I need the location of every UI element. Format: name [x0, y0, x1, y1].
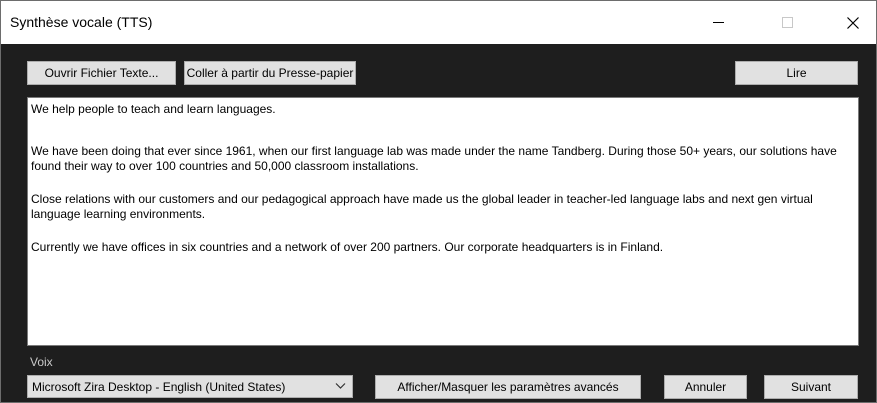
close-icon — [847, 16, 859, 29]
maximize-icon — [781, 17, 793, 28]
voice-select[interactable]: Microsoft Zira Desktop - English (United… — [27, 375, 353, 398]
paste-clipboard-button[interactable]: Coller à partir du Presse-papier — [184, 61, 356, 85]
next-button[interactable]: Suivant — [764, 375, 858, 399]
title-bar[interactable]: Synthèse vocale (TTS) — [1, 1, 876, 44]
minimize-icon — [712, 22, 724, 23]
tts-window: Synthèse vocale (TTS) Ouvrir Fichier Tex… — [0, 0, 877, 403]
window-title: Synthèse vocale (TTS) — [10, 14, 153, 30]
maximize-button[interactable] — [764, 1, 810, 44]
text-paragraph: Currently we have offices in six countri… — [31, 240, 664, 254]
text-paragraph: We help people to teach and learn langua… — [31, 102, 276, 116]
voice-label: Voix — [30, 355, 53, 369]
cancel-button[interactable]: Annuler — [664, 375, 747, 399]
minimize-button[interactable] — [695, 1, 741, 44]
open-text-file-button[interactable]: Ouvrir Fichier Texte... — [27, 61, 176, 85]
read-button[interactable]: Lire — [735, 61, 858, 85]
text-input-area[interactable]: We help people to teach and learn langua… — [27, 97, 859, 346]
text-paragraph: Close relations with our customers and o… — [31, 192, 813, 221]
close-button[interactable] — [830, 1, 876, 44]
chevron-down-icon — [335, 383, 346, 389]
text-paragraph: We have been doing that ever since 1961,… — [31, 144, 837, 173]
voice-select-value: Microsoft Zira Desktop - English (United… — [32, 380, 286, 394]
toggle-advanced-settings-button[interactable]: Afficher/Masquer les paramètres avancés — [375, 375, 641, 399]
